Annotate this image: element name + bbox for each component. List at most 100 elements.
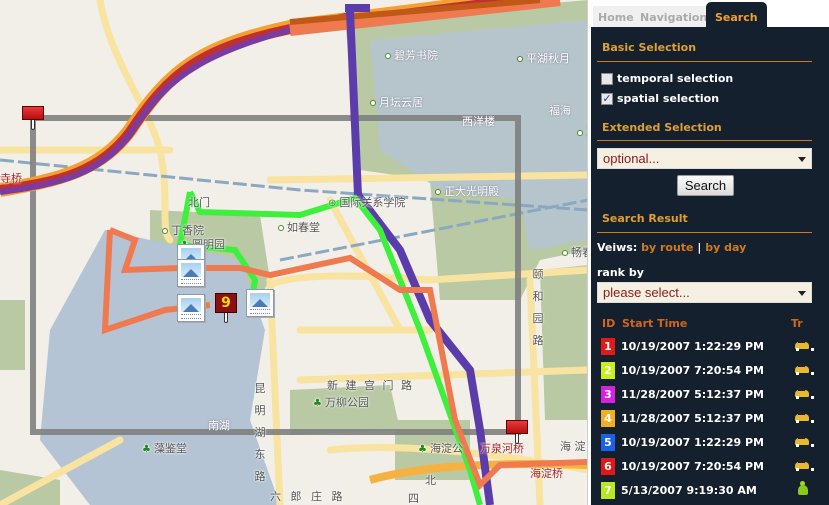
search-button[interactable]: Search [677,175,734,196]
extended-selection-value: optional... [603,151,660,166]
route-id-badge: 2 [601,361,615,379]
route-id-badge: 7 [601,481,615,499]
map-label: 海淀桥 [530,467,563,480]
route-id-badge: 5 [601,433,615,451]
start-time: 10/19/2007 1:22:29 PM [621,339,764,353]
map-label: 海 淀 [560,440,586,453]
map-label: 颐和园路 [532,268,544,347]
route-id-badge: 6 [601,457,615,475]
map-label: 福海 [549,104,571,117]
result-row[interactable]: 3 11/28/2007 5:12:37 PM [601,385,823,403]
transport-mode [795,459,814,472]
map-label: ♣ 海淀公 [418,442,463,455]
column-header-transport[interactable]: Tr [791,317,803,330]
map-label: 平湖秋月 [517,50,570,66]
start-time: 11/28/2007 5:12:37 PM [621,387,764,401]
map-view[interactable]: 碧芳书院 平湖秋月 月坛云居 福海 西洋楼 湖 正大光明殿 ⊛国际关系学院 北门… [0,0,588,505]
map-label: 湖 [577,124,587,140]
car-icon [795,363,814,375]
start-time: 10/19/2007 1:22:29 PM [621,435,764,449]
route-id-badge: 1 [601,337,615,355]
rank-by-select[interactable]: please select... [597,282,812,303]
result-row[interactable]: 2 10/19/2007 7:20:54 PM [601,361,823,379]
basic-selection-heading: Basic Selection [602,41,697,54]
map-label: ♣ 万柳公园 [313,396,369,409]
result-row[interactable]: 4 11/28/2007 5:12:37 PM [601,409,823,427]
numbered-poi-marker[interactable]: 9 [215,293,237,323]
result-row[interactable]: 1 10/19/2007 1:22:29 PM [601,337,823,355]
map-label: 西洋楼 [462,115,495,128]
start-time: 5/13/2007 9:19:30 AM [621,483,757,497]
view-by-route-link[interactable]: by route [641,241,693,254]
flag-icon [22,106,44,120]
park-left [0,300,25,370]
rank-by-value: please select... [603,285,690,300]
route-purple-top [0,12,351,195]
map-label: 北 [425,474,436,487]
transport-mode [795,363,814,376]
route-id-badge: 3 [601,385,615,403]
route-id-badge: 4 [601,409,615,427]
side-panel: Home Navigation Search Basic Selection t… [591,0,829,505]
map-label: 新 建 宫 门 路 [327,379,414,392]
photo-marker[interactable] [177,259,205,287]
start-time: 11/28/2007 5:12:37 PM [621,411,764,425]
transport-mode [795,481,811,496]
spatial-selection-checkbox[interactable]: ✓ [601,92,613,105]
park-right [540,265,587,420]
chevron-down-icon [798,157,806,162]
tab-bar: Home Navigation Search [591,0,829,27]
chevron-down-icon [798,291,806,296]
temporal-selection-option[interactable]: temporal selection [601,72,733,85]
divider [597,140,812,141]
result-row[interactable]: 5 10/19/2007 1:22:29 PM [601,433,823,451]
spatial-selection-option[interactable]: ✓ spatial selection [601,92,719,105]
walk-icon [798,481,808,496]
view-by-day-link[interactable]: by day [705,241,746,254]
transport-mode [795,339,814,352]
flag-icon: 9 [215,293,237,313]
image-icon [181,298,201,312]
image-icon [181,263,201,277]
map-label: 碧芳书院 [385,47,438,63]
map-label: 畅春 [562,244,587,260]
flag-icon [506,420,528,434]
selection-corner-pin-topleft[interactable] [22,106,44,132]
transport-mode [795,411,814,424]
selection-corner-pin-bottomright[interactable] [506,420,528,446]
photo-marker[interactable] [177,294,205,322]
views-switcher: Veiws: by route | by day [597,241,746,254]
photo-marker[interactable] [246,289,274,317]
map-label: 北门 [188,196,210,209]
extended-selection-heading: Extended Selection [602,121,722,134]
tab-search[interactable]: Search [706,2,767,27]
image-icon [250,293,270,307]
tab-home[interactable]: Home [593,6,638,27]
car-icon [795,435,814,447]
views-label: Veiws: [597,241,638,254]
tab-navigation[interactable]: Navigation [635,6,712,27]
map-label: 昆明湖东路 [254,382,266,483]
start-time: 10/19/2007 7:20:54 PM [621,363,764,377]
result-row[interactable]: 6 10/19/2007 7:20:54 PM [601,457,823,475]
divider [597,232,812,233]
map-label: 寺桥 [0,172,22,185]
map-label: 四 [408,492,419,505]
map-label: 如春堂 [278,219,320,235]
map-base-layer [0,0,587,505]
result-row[interactable]: 7 5/13/2007 9:19:30 AM [601,481,823,499]
search-result-heading: Search Result [602,212,688,225]
extended-selection-select[interactable]: optional... [597,148,812,169]
spatial-selection-label: spatial selection [617,92,720,105]
map-label: 六 郎 庄 路 [270,490,346,503]
views-separator: | [697,241,702,254]
search-panel: Basic Selection temporal selection ✓ spa… [591,27,829,505]
column-header-start-time[interactable]: Start Time [622,317,687,330]
column-header-id[interactable]: ID [602,317,615,330]
temporal-selection-label: temporal selection [617,72,734,85]
map-label: 正大光明殿 [435,183,499,199]
temporal-selection-checkbox[interactable] [601,72,613,85]
map-label: ⊛ 国际关系学院 [328,196,406,209]
map-label: 月坛云居 [370,94,423,110]
transport-mode [795,387,814,400]
